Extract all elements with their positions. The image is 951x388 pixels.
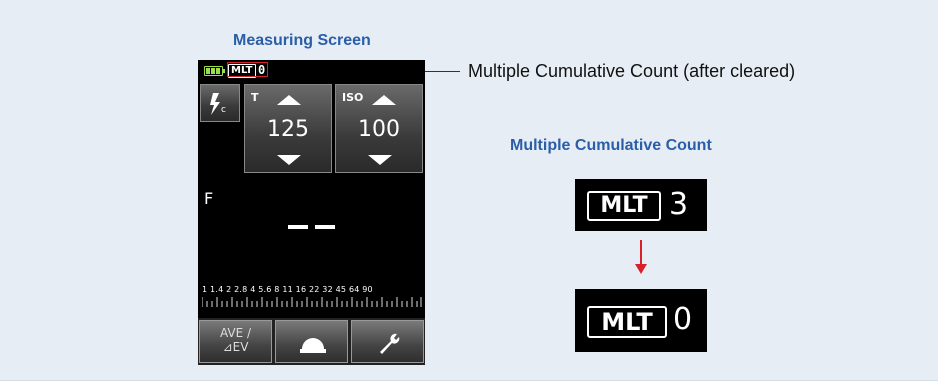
- svg-text:c: c: [221, 105, 226, 115]
- light-dome-icon: [300, 338, 326, 353]
- shutter-value: 125: [267, 117, 309, 142]
- multiple-cumulative-count-title: Multiple Cumulative Count: [510, 137, 712, 154]
- measuring-screen-title: Measuring Screen: [233, 32, 371, 49]
- ev-label: ⊿EV: [222, 340, 249, 354]
- chevron-up-icon[interactable]: [370, 93, 398, 107]
- mlt-count-large: 3: [669, 187, 689, 222]
- wrench-icon: [380, 333, 400, 354]
- mlt-badge-large: MLT: [587, 306, 667, 338]
- shutter-speed-button[interactable]: T 125: [244, 84, 332, 173]
- arrow-shaft: [640, 240, 642, 266]
- mlt-count-before-display: MLT 3: [575, 179, 707, 231]
- bottom-toolbar: AVE / ⊿EV: [198, 318, 425, 365]
- flash-mode-button[interactable]: c: [200, 84, 240, 122]
- aperture-scale-numbers: 1 1.4 2 2.8 4 5.6 8 11 16 22 32 45 64 90: [202, 285, 373, 294]
- aperture-label: F: [204, 189, 214, 208]
- ave-ev-button[interactable]: AVE / ⊿EV: [199, 320, 272, 363]
- iso-button[interactable]: ISO 100: [335, 84, 423, 173]
- chevron-down-icon[interactable]: [366, 153, 394, 167]
- background-panel: [0, 0, 938, 381]
- settings-button[interactable]: [351, 320, 424, 363]
- iso-label: ISO: [342, 91, 364, 104]
- chevron-up-icon[interactable]: [275, 93, 303, 107]
- status-bar: MLT 0: [198, 60, 425, 80]
- mlt-highlight-box: [227, 62, 268, 77]
- mlt-count-large: 0: [673, 302, 693, 337]
- shutter-label: T: [251, 91, 259, 104]
- ave-label: AVE /: [219, 326, 252, 340]
- mlt-badge-large: MLT: [587, 191, 661, 221]
- aperture-dash: [288, 225, 308, 229]
- flash-cord-icon: c: [210, 93, 226, 115]
- aperture-dash: [315, 225, 335, 229]
- iso-value: 100: [358, 117, 400, 142]
- measuring-mode-button[interactable]: [275, 320, 348, 363]
- aperture-scale-ticks: [202, 297, 422, 307]
- mlt-count-after-display: MLT 0: [575, 289, 707, 352]
- arrow-down-icon: [635, 264, 647, 274]
- meter-screen: MLT 0 c T 125 ISO 100 F 1 1.4 2 2.8 4 5.…: [198, 60, 425, 365]
- battery-icon: [204, 66, 225, 76]
- callout-text: Multiple Cumulative Count (after cleared…: [468, 61, 796, 81]
- chevron-down-icon[interactable]: [275, 153, 303, 167]
